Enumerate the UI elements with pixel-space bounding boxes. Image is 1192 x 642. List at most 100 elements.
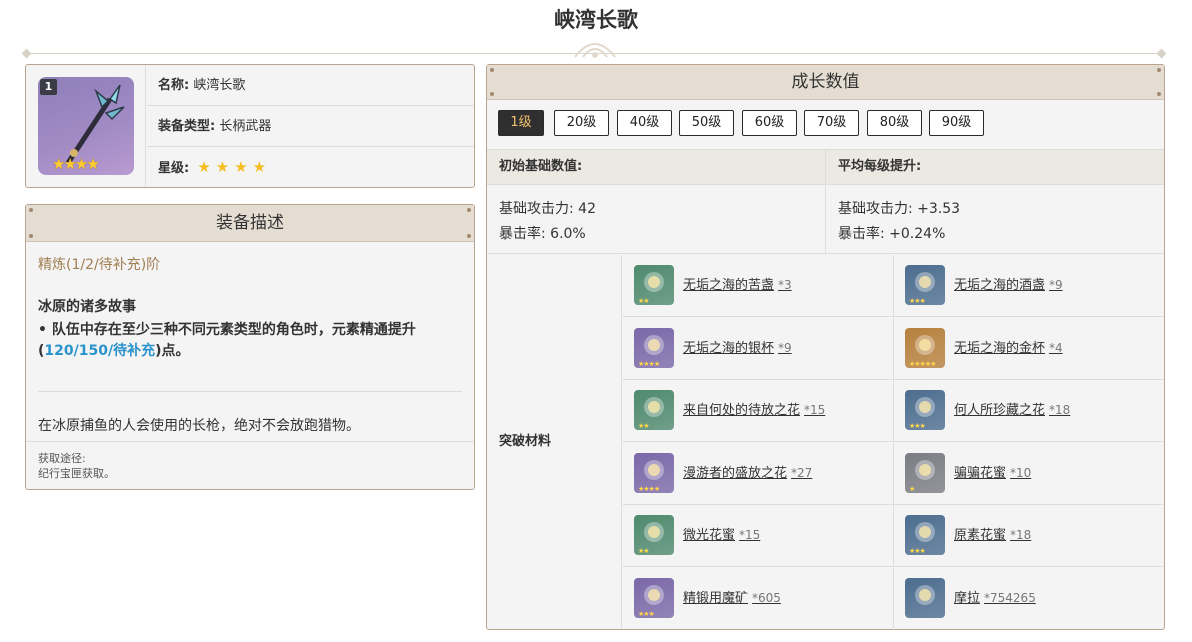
materials-label: 突破材料: [487, 255, 622, 629]
material-link[interactable]: 漫游者的盛放之花 *27: [683, 443, 812, 504]
material-count: *18: [1049, 403, 1071, 417]
growth-header-label: 成长数值: [791, 72, 860, 92]
weapon-name-row: 名称: 峡湾长歌: [147, 65, 474, 106]
material-icon: ★★★★: [634, 452, 674, 493]
corner-dot: [467, 234, 471, 238]
material-item: 摩拉 *754265: [893, 567, 1163, 630]
title-ornament-icon: [574, 42, 616, 58]
weapon-name-label: 名称:: [158, 78, 190, 93]
material-item: ★★ 来自何处的待放之花 *15: [623, 380, 893, 442]
material-link[interactable]: 无垢之海的金杯 *4: [954, 318, 1063, 379]
base-stats-header: 初始基础数值:: [499, 159, 583, 174]
material-stars-icon: ★★★: [909, 547, 926, 555]
material-count: *9: [778, 340, 792, 355]
material-link[interactable]: 无垢之海的银杯 *9: [683, 318, 792, 379]
material-link[interactable]: 摩拉 *754265: [954, 568, 1036, 629]
material-icon: ★★★: [905, 515, 945, 555]
material-link[interactable]: 无垢之海的苦盏 *3: [683, 255, 792, 316]
passive-values: 120/150/待补充: [44, 343, 156, 359]
passive-text: • 队伍中存在至少三种不同元素类型的角色时，元素精通提升(120/150/待补充…: [26, 316, 474, 362]
material-name: 漫游者的盛放之花: [683, 465, 788, 481]
material-stars-icon: ★★★: [909, 422, 926, 430]
material-stars-icon: ★★★★: [638, 484, 660, 493]
material-item: ★★ 无垢之海的苦盏 *3: [623, 255, 893, 317]
growth-header: 成长数值: [487, 65, 1164, 100]
material-item: ★★ 微光花蜜 *15: [623, 505, 893, 567]
stats-values-row: 基础攻击力: 42 暴击率: 6.0% 基础攻击力: +3.53 暴击率: +0…: [487, 185, 1164, 254]
tab-level-90[interactable]: 90级: [929, 110, 984, 136]
growth-crit: 暴击率: +0.24%: [838, 226, 946, 242]
material-link[interactable]: 何人所珍藏之花 *18: [954, 380, 1070, 441]
material-count: *15: [739, 528, 761, 542]
material-item: ★★★ 无垢之海的酒盏 *9: [893, 255, 1163, 317]
tab-level-80[interactable]: 80级: [867, 110, 922, 136]
material-stars-icon: ★★: [638, 297, 650, 305]
material-count: *10: [1010, 465, 1032, 480]
material-item: ★★★★ 无垢之海的银杯 *9: [623, 318, 893, 380]
description-header-label: 装备描述: [216, 213, 284, 233]
corner-dot: [1157, 92, 1161, 96]
material-item: ★★★ 精锻用魔矿 *605: [623, 568, 893, 630]
tab-level-50[interactable]: 50级: [679, 110, 734, 136]
material-name: 微光花蜜: [683, 528, 736, 543]
tab-level-20[interactable]: 20级: [554, 110, 609, 136]
material-name: 骗骗花蜜: [954, 465, 1007, 481]
material-icon: ★★★★★: [905, 327, 945, 368]
base-crit: 暴击率: 6.0%: [499, 226, 586, 242]
growth-stats-values: 基础攻击力: +3.53 暴击率: +0.24%: [826, 185, 960, 247]
page-title: 峡湾长歌: [554, 8, 638, 32]
weapon-info-card: 1 ★★★★ 名称: 峡湾长歌 装备类型: 长柄武器 星级: ★★★★: [25, 64, 475, 188]
material-link[interactable]: 微光花蜜 *15: [683, 505, 760, 566]
weapon-type-label: 装备类型:: [158, 119, 216, 134]
material-count: *9: [1049, 278, 1063, 292]
material-name: 无垢之海的银杯: [683, 340, 775, 356]
tab-level-40[interactable]: 40级: [617, 110, 672, 136]
weapon-name-value: 峡湾长歌: [193, 78, 246, 93]
material-link[interactable]: 来自何处的待放之花 *15: [683, 380, 825, 441]
material-item: ★★★ 原素花蜜 *18: [893, 505, 1163, 567]
tab-level-70[interactable]: 70级: [804, 110, 859, 136]
material-link[interactable]: 精锻用魔矿 *605: [683, 568, 781, 629]
material-link[interactable]: 骗骗花蜜 *10: [954, 443, 1031, 504]
material-name: 摩拉: [954, 590, 981, 606]
corner-dot: [490, 92, 494, 96]
material-stars-icon: ★★★★★: [909, 359, 936, 368]
material-item: ★★★ 何人所珍藏之花 *18: [893, 380, 1163, 442]
material-icon: ★★: [634, 265, 674, 305]
stats-header-row: 初始基础数值: 平均每级提升:: [487, 149, 1164, 185]
source-value: 纪行宝匣获取。: [38, 467, 115, 480]
material-icon: ★: [905, 452, 945, 493]
material-count: *4: [1049, 340, 1063, 355]
material-icon: ★★★: [634, 577, 674, 618]
material-stars-icon: ★★★★: [638, 359, 660, 368]
weapon-icon-stars: ★★★★: [52, 155, 100, 173]
description-header: 装备描述: [26, 205, 474, 242]
material-count: *3: [778, 278, 792, 292]
tab-level-60[interactable]: 60级: [742, 110, 797, 136]
material-icon: ★★: [634, 515, 674, 555]
material-name: 精锻用魔矿: [683, 590, 749, 606]
material-icon: ★★★★: [634, 327, 674, 368]
corner-dot: [29, 208, 33, 212]
description-divider: [38, 391, 462, 392]
material-name: 何人所珍藏之花: [954, 403, 1046, 418]
material-count: *27: [791, 465, 813, 480]
material-icon: ★★: [634, 390, 674, 430]
material-count: *605: [752, 590, 781, 605]
divider-dot-left: [21, 48, 32, 59]
corner-dot: [29, 234, 33, 238]
material-link[interactable]: 无垢之海的酒盏 *9: [954, 255, 1063, 316]
divider-dot-right: [1156, 48, 1167, 59]
material-name: 无垢之海的金杯: [954, 340, 1046, 356]
material-icon: ★★★: [905, 265, 945, 305]
tab-level-1[interactable]: 1级: [498, 110, 544, 136]
material-stars-icon: ★★★: [909, 297, 926, 305]
material-stars-icon: ★★★: [638, 609, 655, 618]
material-name: 原素花蜜: [954, 528, 1007, 543]
material-item: ★ 骗骗花蜜 *10: [893, 442, 1163, 505]
weapon-rarity-label: 星级:: [158, 161, 190, 176]
refinement-badge: 1: [40, 79, 57, 95]
material-link[interactable]: 原素花蜜 *18: [954, 505, 1031, 566]
passive-text-b: )点。: [155, 343, 190, 359]
equipment-description-card: 装备描述 精炼(1/2/待补充)阶 冰原的诸多故事 • 队伍中存在至少三种不同元…: [25, 204, 475, 490]
